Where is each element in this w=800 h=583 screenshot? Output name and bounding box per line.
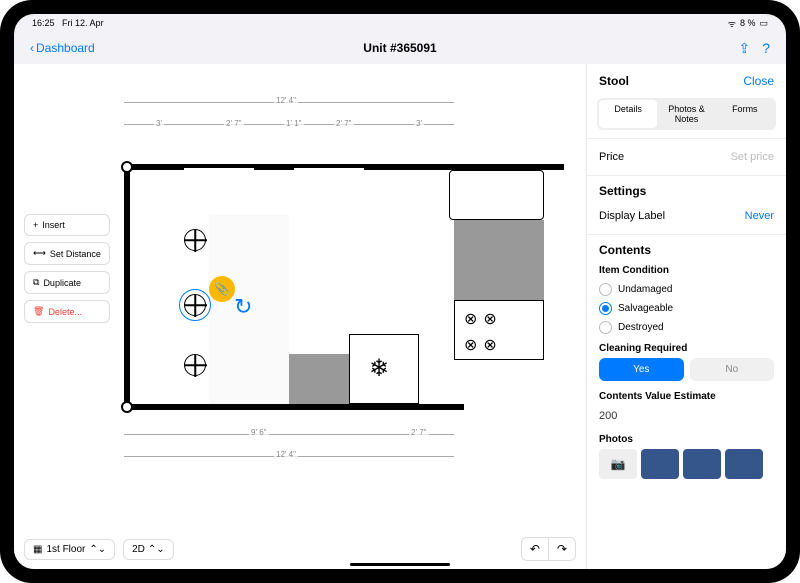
stool-object-selected[interactable] — [184, 294, 206, 316]
settings-heading: Settings — [599, 184, 774, 198]
photo-thumbnail[interactable] — [683, 449, 721, 479]
chevron-updown-icon: ⌃⌄ — [148, 544, 165, 555]
insert-button[interactable]: +Insert — [24, 214, 110, 236]
share-icon[interactable]: ⇪ — [738, 40, 750, 57]
layers-icon: ▦ — [33, 544, 42, 555]
condition-destroyed[interactable]: Destroyed — [599, 318, 774, 337]
view-toggle[interactable]: 2D⌃⌄ — [123, 539, 174, 560]
duplicate-button[interactable]: ⧉Duplicate — [24, 271, 110, 294]
back-button[interactable]: ‹Dashboard — [30, 41, 95, 55]
trash-icon: 🗑 — [33, 306, 44, 317]
plus-icon: + — [33, 220, 38, 230]
rotate-handle[interactable]: ↻ — [234, 294, 252, 320]
tab-details[interactable]: Details — [599, 100, 657, 128]
cleaning-no-button[interactable]: No — [690, 358, 775, 381]
chevron-updown-icon: ⌃⌄ — [89, 544, 106, 555]
redo-button[interactable]: ↷ — [549, 537, 576, 561]
cleaning-yes-button[interactable]: Yes — [599, 358, 684, 381]
photo-thumbnail[interactable] — [641, 449, 679, 479]
condition-undamaged[interactable]: Undamaged — [599, 280, 774, 299]
contents-heading: Contents — [599, 243, 774, 257]
duplicate-icon: ⧉ — [33, 277, 39, 288]
status-bar: 16:25 Fri 12. Apr ᯤ8 %▭ — [14, 14, 786, 32]
add-photo-button[interactable]: 📷 — [599, 449, 637, 479]
close-button[interactable]: Close — [743, 74, 774, 88]
tab-forms[interactable]: Forms — [716, 100, 774, 128]
set-distance-button[interactable]: ⟷Set Distance — [24, 242, 110, 265]
chevron-left-icon: ‹ — [30, 41, 34, 55]
ruler-icon: ⟷ — [33, 248, 46, 259]
stool-object[interactable] — [184, 229, 206, 251]
tab-photos-notes[interactable]: Photos & Notes — [657, 100, 715, 128]
condition-salvageable[interactable]: Salvageable — [599, 299, 774, 318]
delete-button[interactable]: 🗑Delete... — [24, 300, 110, 323]
inspector-sidebar: Stool Close Details Photos & Notes Forms… — [586, 64, 786, 569]
attachment-badge[interactable]: 📎 — [209, 276, 235, 302]
floor-plan-canvas[interactable]: 12' 4" 3' 2' 7" 1' 1" 2' 7" 3' — [14, 64, 586, 569]
help-icon[interactable]: ? — [762, 40, 770, 57]
display-label-row[interactable]: Display Label Never — [599, 206, 774, 226]
snowflake-icon: ❄ — [369, 354, 389, 383]
stool-object[interactable] — [184, 354, 206, 376]
home-indicator[interactable] — [350, 563, 450, 566]
photo-thumbnail[interactable] — [725, 449, 763, 479]
price-row[interactable]: Price Set price — [599, 147, 774, 167]
nav-bar: ‹Dashboard Unit #365091 ⇪ ? — [14, 32, 786, 64]
value-estimate-input[interactable]: 200 — [599, 406, 774, 426]
undo-button[interactable]: ↶ — [521, 537, 549, 561]
floor-selector[interactable]: ▦1st Floor⌃⌄ — [24, 539, 115, 560]
page-title: Unit #365091 — [363, 41, 436, 55]
inspector-title: Stool — [599, 74, 629, 88]
camera-icon: 📷 — [611, 457, 626, 471]
